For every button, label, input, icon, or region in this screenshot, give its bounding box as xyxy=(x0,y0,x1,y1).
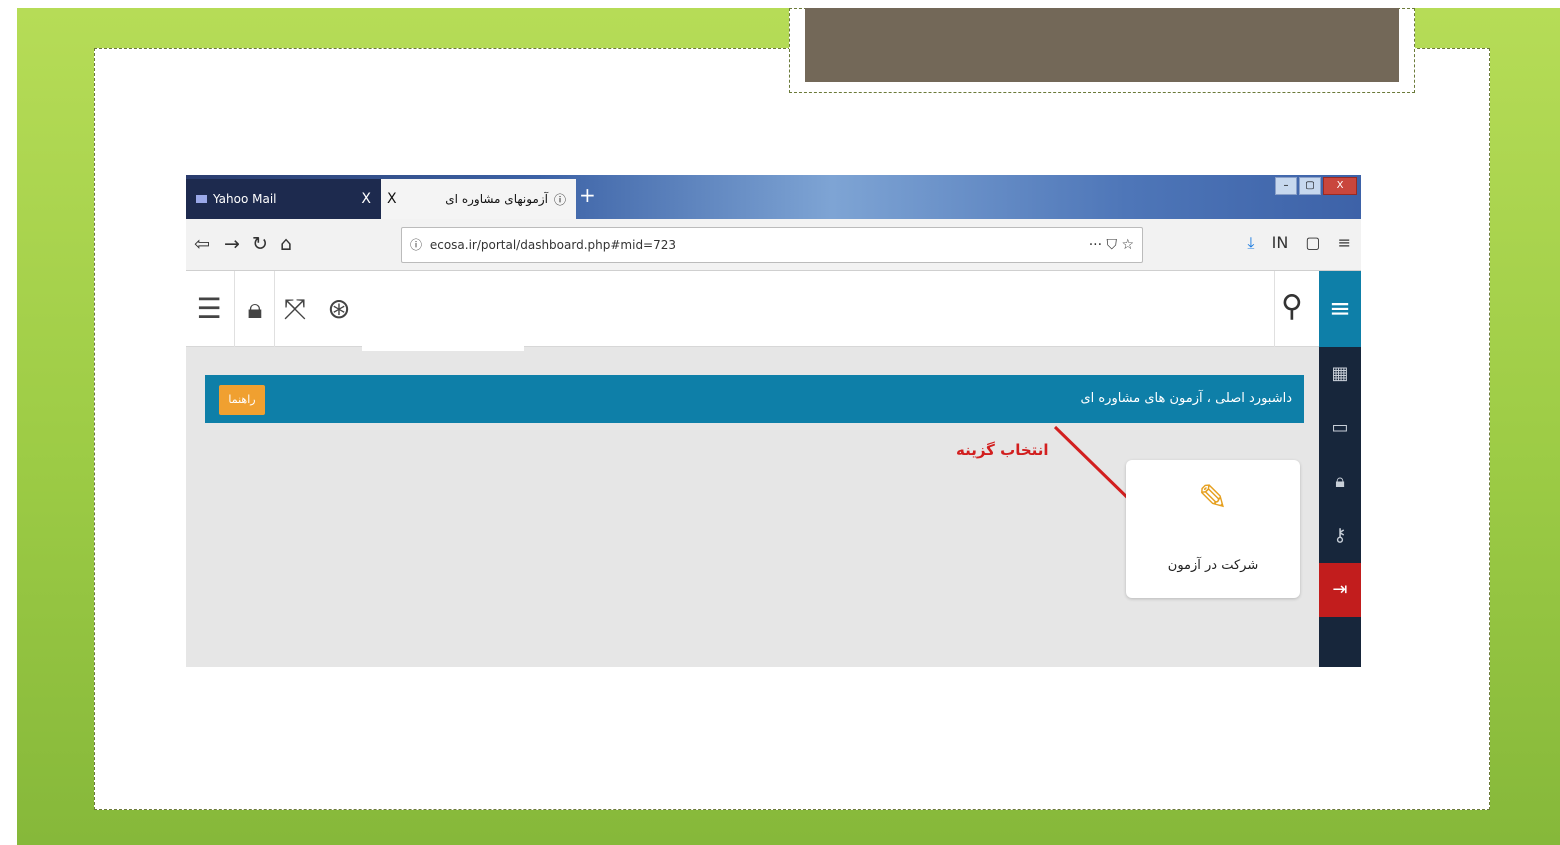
tab-yahoo-mail[interactable]: Yahoo Mail X xyxy=(186,179,381,219)
help-button[interactable]: راهنما xyxy=(219,385,265,415)
minimize-button[interactable]: – xyxy=(1275,177,1297,195)
divider xyxy=(234,271,235,347)
grid-icon[interactable]: ▦ xyxy=(1319,347,1361,401)
maximize-button[interactable]: ▢ xyxy=(1299,177,1321,195)
logout-icon[interactable]: ⇥ xyxy=(1319,563,1361,617)
browser-window: Yahoo Mail X ⓘ آزمونهای مشاوره ای X + – … xyxy=(186,175,1361,667)
pencil-icon: ✎ xyxy=(1197,478,1229,519)
browser-tools: ⤓ IN ▢ ≡ xyxy=(1235,233,1351,253)
page-actions[interactable]: ··· ⛉ ☆ xyxy=(1089,228,1134,262)
lock-icon[interactable]: 🔒︎ xyxy=(240,289,270,329)
tab-exams[interactable]: ⓘ آزمونهای مشاوره ای X xyxy=(381,179,576,219)
close-window-button[interactable]: X xyxy=(1323,177,1357,195)
list-icon[interactable]: ☰ xyxy=(194,289,224,329)
reload-icon[interactable]: ↻ xyxy=(252,233,268,255)
app-toolbar: ☰ 🔒︎ ⤧ ⊛ ⚲ xyxy=(186,271,1361,351)
close-tab-icon[interactable]: X xyxy=(361,191,371,207)
url-bar[interactable]: ⓘ ecosa.ir/portal/dashboard.php#mid=723 … xyxy=(401,227,1143,263)
mail-icon xyxy=(196,195,207,203)
download-icon[interactable]: ⤓ xyxy=(1247,233,1254,252)
sidebar-icon[interactable]: ▢ xyxy=(1305,233,1320,252)
arrow-left-icon[interactable]: ⇦ xyxy=(194,233,210,255)
annotation-label: انتخاب گزینه xyxy=(956,441,1049,459)
divider xyxy=(274,271,275,347)
url-text: ecosa.ir/portal/dashboard.php#mid=723 xyxy=(429,238,677,252)
divider xyxy=(1274,271,1275,347)
slide-title-bar xyxy=(805,8,1399,82)
card-label: شرکت در آزمون xyxy=(1167,558,1259,573)
home-icon[interactable]: ⌂ xyxy=(280,233,292,255)
monitor-icon[interactable]: ▭ xyxy=(1319,401,1361,455)
close-tab-icon[interactable]: X xyxy=(387,191,397,207)
window-controls: – ▢ X xyxy=(1273,177,1357,195)
tab-label: Yahoo Mail xyxy=(213,192,277,206)
tab-label: آزمونهای مشاوره ای xyxy=(445,192,548,206)
info-icon: ⓘ xyxy=(410,238,423,252)
breadcrumb-text: داشبورد اصلی ، آزمون های مشاوره ای xyxy=(1080,391,1292,406)
nav-bar: ⇦ → ↻ ⌂ ⓘ ecosa.ir/portal/dashboard.php#… xyxy=(186,219,1361,271)
take-exam-card[interactable]: ✎ شرکت در آزمون xyxy=(1126,460,1300,598)
redacted-area xyxy=(362,271,524,351)
help-ring-icon[interactable]: ⊛ xyxy=(322,289,356,329)
site-icon: ⓘ xyxy=(553,192,566,207)
arrow-right-icon[interactable]: → xyxy=(224,233,240,255)
lock-icon[interactable]: 🔒︎ xyxy=(1319,455,1361,509)
new-tab-button[interactable]: + xyxy=(579,183,596,207)
fullscreen-icon[interactable]: ⤧ xyxy=(280,289,310,329)
sidebar: ▦ ▭ 🔒︎ ⚷ ⇥ xyxy=(1319,347,1361,667)
search-icon[interactable]: ⚲ xyxy=(1281,289,1303,324)
key-icon[interactable]: ⚷ xyxy=(1319,509,1361,563)
help-button-label: راهنما xyxy=(228,393,256,406)
tab-bar: Yahoo Mail X ⓘ آزمونهای مشاوره ای X + – … xyxy=(186,175,1361,219)
breadcrumb: داشبورد اصلی ، آزمون های مشاوره ای راهنم… xyxy=(205,375,1304,423)
menu-icon[interactable]: ≡ xyxy=(1338,233,1351,252)
hamburger-icon[interactable]: ≡ xyxy=(1319,271,1361,347)
library-icon[interactable]: IN xyxy=(1272,233,1289,252)
